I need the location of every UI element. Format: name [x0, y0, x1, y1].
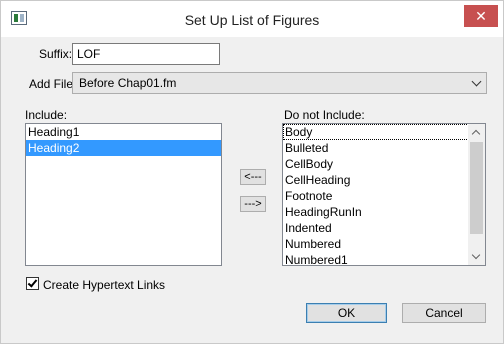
do-not-include-list[interactable]: Body Bulleted CellBody CellHeading Footnote H… — [282, 123, 486, 266]
suffix-input[interactable]: LOF — [72, 43, 220, 65]
list-item[interactable]: CellBody — [283, 156, 485, 172]
close-button[interactable]: ✕ — [464, 5, 498, 27]
dialog-title: Set Up List of Figures — [184, 12, 320, 28]
do-not-include-items: Body Bulleted CellBody CellHeading Footnote H… — [283, 124, 485, 265]
list-item[interactable]: Body — [283, 124, 485, 140]
cancel-button[interactable]: Cancel — [402, 303, 486, 323]
remove-from-include-button[interactable]: ---> — [240, 196, 266, 212]
chevron-down-icon — [471, 76, 482, 87]
hypertext-label[interactable]: Create Hypertext Links — [43, 278, 165, 292]
suffix-label: Suffix: — [39, 47, 73, 61]
checkmark-icon — [27, 277, 38, 288]
list-item[interactable]: Heading1 — [26, 124, 221, 140]
list-item[interactable]: Bulleted — [283, 140, 485, 156]
list-item[interactable]: Numbered — [283, 236, 485, 252]
scroll-thumb[interactable] — [470, 142, 483, 234]
list-item[interactable]: CellHeading — [283, 172, 485, 188]
list-item[interactable]: Numbered1 — [283, 252, 485, 265]
include-label: Include: — [25, 108, 68, 122]
list-item[interactable]: Footnote — [283, 188, 485, 204]
add-file-dropdown[interactable]: Before Chap01.fm — [72, 72, 487, 94]
add-file-value: Before Chap01.fm — [79, 76, 177, 90]
add-to-include-button[interactable]: <--- — [240, 169, 266, 185]
list-item[interactable]: Heading2 — [26, 140, 221, 156]
add-file-label: Add File: — [29, 77, 77, 91]
include-list[interactable]: Heading1 Heading2 — [25, 123, 222, 266]
title-bar[interactable]: Set Up List of Figures ✕ — [1, 1, 503, 37]
include-items: Heading1 Heading2 — [26, 124, 221, 156]
do-not-include-label: Do not Include: — [284, 108, 365, 122]
scroll-up-icon[interactable] — [468, 124, 485, 141]
list-item[interactable]: HeadingRunIn — [283, 204, 485, 220]
list-item[interactable]: Indented — [283, 220, 485, 236]
ok-button[interactable]: OK — [306, 303, 387, 323]
vertical-scrollbar[interactable] — [468, 124, 485, 265]
scroll-down-icon[interactable] — [468, 248, 485, 265]
dialog-window: Set Up List of Figures ✕ Suffix: LOF Add… — [0, 0, 504, 344]
hypertext-checkbox[interactable] — [26, 277, 39, 290]
